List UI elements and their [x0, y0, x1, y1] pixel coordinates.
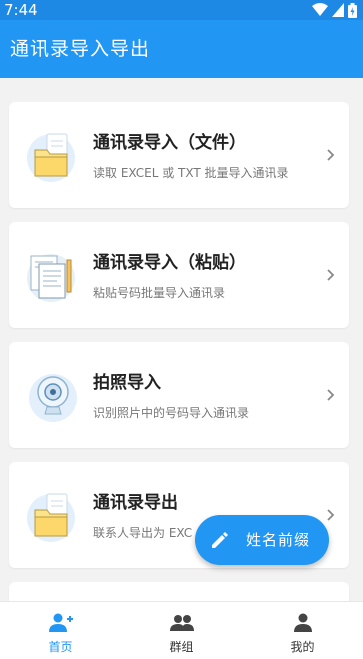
- page-title: 通讯录导入导出: [10, 38, 151, 60]
- card-import-paste[interactable]: 通讯录导入（粘贴） 粘贴号码批量导入通讯录: [9, 222, 349, 328]
- app-bar: 通讯录导入导出: [0, 20, 363, 78]
- card-import-file[interactable]: 通讯录导入（文件） 读取 EXCEL 或 TXT 批量导入通讯录: [9, 102, 349, 208]
- card-title: 通讯录导出: [93, 493, 178, 513]
- card-title: 拍照导入: [93, 373, 161, 393]
- folder-icon: [27, 133, 75, 182]
- nav-groups[interactable]: 群组: [121, 602, 242, 659]
- pencil-icon: [212, 532, 228, 548]
- group-icon: [170, 615, 194, 631]
- fab-label: 姓名前缀: [246, 531, 311, 549]
- card-subtitle: 联系人导出为 EXC: [93, 526, 193, 540]
- chevron-right-icon: [327, 389, 335, 401]
- card-subtitle: 粘贴号码批量导入通讯录: [93, 286, 226, 300]
- nav-me[interactable]: 我的: [242, 602, 363, 659]
- chevron-right-icon: [327, 149, 335, 161]
- bottom-nav: 首页 群组 我的: [0, 601, 363, 659]
- card-photo-import[interactable]: 拍照导入 识别照片中的号码导入通讯录: [9, 342, 349, 448]
- person-add-icon: [49, 613, 73, 632]
- status-bar: 7:44: [0, 0, 363, 20]
- status-icons: [312, 2, 357, 18]
- document-paste-icon: [27, 254, 75, 302]
- name-prefix-button[interactable]: 姓名前缀: [195, 515, 329, 565]
- card-subtitle: 识别照片中的号码导入通讯录: [93, 406, 250, 420]
- camera-icon: [29, 374, 77, 422]
- card-partial: [9, 582, 349, 601]
- card-subtitle: 读取 EXCEL 或 TXT 批量导入通讯录: [93, 166, 289, 180]
- person-icon: [294, 613, 312, 632]
- chevron-right-icon: [327, 269, 335, 281]
- folder-icon: [27, 493, 75, 542]
- nav-home[interactable]: 首页: [0, 602, 121, 659]
- nav-label: 首页: [48, 640, 73, 654]
- wifi-icon: [312, 3, 328, 16]
- status-time: 7:44: [4, 1, 38, 19]
- card-title: 通讯录导入（文件）: [93, 133, 246, 153]
- nav-label: 群组: [169, 640, 194, 654]
- chevron-right-icon: [327, 509, 335, 521]
- card-title: 通讯录导入（粘贴）: [93, 253, 246, 273]
- nav-label: 我的: [290, 640, 315, 654]
- battery-icon: [348, 2, 357, 18]
- signal-icon: [332, 3, 344, 17]
